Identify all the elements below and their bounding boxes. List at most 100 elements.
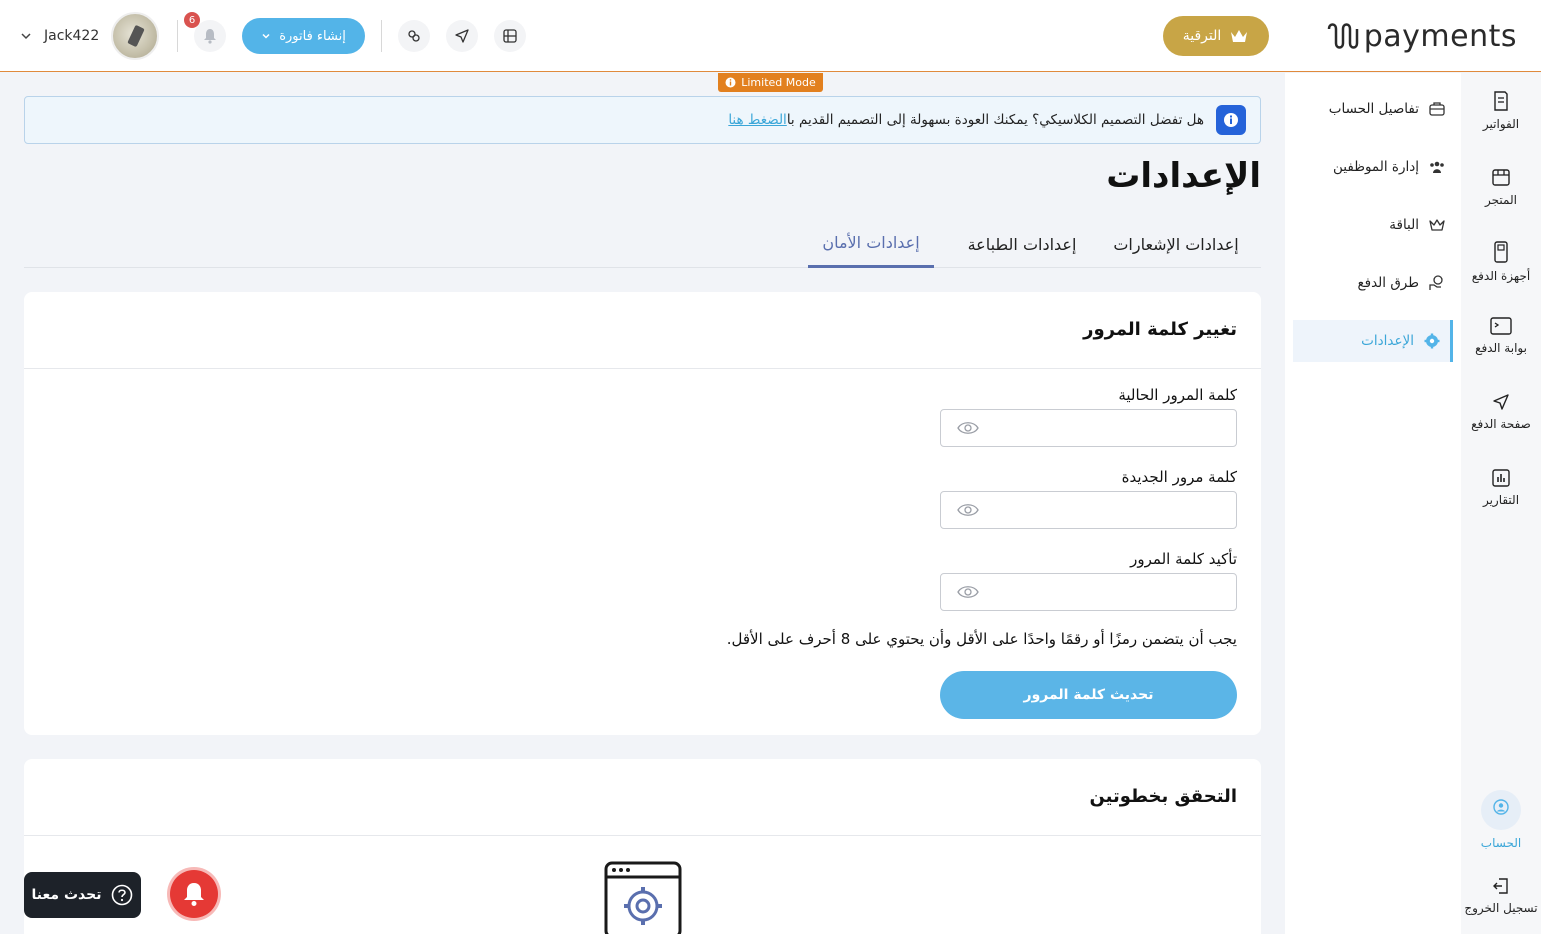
eye-icon[interactable] xyxy=(957,584,979,600)
create-invoice-label: إنشاء فاتورة xyxy=(279,28,346,44)
submenu-item-plan[interactable]: الباقة xyxy=(1389,204,1445,246)
pos-device-icon xyxy=(1494,241,1508,263)
upgrade-button[interactable]: الترقية xyxy=(1163,16,1269,56)
crown-icon xyxy=(1231,30,1248,42)
avatar[interactable] xyxy=(111,12,160,60)
help-circle-icon xyxy=(112,884,133,906)
brand-name: payments xyxy=(1363,18,1517,54)
change-password-card: تغيير كلمة المرور كلمة المرور الحالية كل… xyxy=(24,292,1261,735)
chevron-down-icon xyxy=(21,33,31,40)
confirm-password-field[interactable] xyxy=(940,573,1237,611)
rail-item-pos-devices[interactable]: أجهزة الدفع xyxy=(1461,241,1541,283)
logout-icon xyxy=(1493,878,1508,894)
gateway-icon xyxy=(1490,317,1512,335)
password-requirements-hint: يجب أن يتضمن رمزًا أو رقمًا واحدًا على ا… xyxy=(726,630,1237,648)
update-password-button[interactable]: تحديث كلمة المرور xyxy=(940,671,1237,719)
submenu-label: الباقة xyxy=(1389,217,1419,233)
eye-icon[interactable] xyxy=(957,420,979,436)
link-button[interactable] xyxy=(398,20,430,52)
submenu-label: إدارة الموظفين xyxy=(1333,159,1419,175)
submenu-item-payment-methods[interactable]: طرق الدفع xyxy=(1357,262,1445,304)
submenu-item-staff[interactable]: إدارة الموظفين xyxy=(1333,146,1445,188)
tab-printing[interactable]: إعدادات الطباعة xyxy=(953,220,1091,268)
submenu-item-account-details[interactable]: تفاصيل الحساب xyxy=(1329,88,1445,130)
send-icon xyxy=(455,29,469,43)
card-divider xyxy=(24,368,1261,369)
rail-item-store[interactable]: المتجر xyxy=(1461,167,1541,207)
chat-with-us-button[interactable]: تحدث معنا xyxy=(24,872,141,918)
current-password-label: كلمة المرور الحالية xyxy=(1118,386,1237,404)
bell-icon xyxy=(184,883,204,906)
info-icon xyxy=(725,77,736,88)
chevron-down-icon xyxy=(262,33,270,39)
limited-mode-badge: Limited Mode xyxy=(718,73,823,92)
rail-label: التقارير xyxy=(1482,493,1520,507)
bell-icon xyxy=(204,29,216,44)
link-icon xyxy=(408,30,420,42)
classic-design-link[interactable]: الضغط هنا xyxy=(728,112,787,128)
header-divider-2 xyxy=(177,20,178,52)
username: Jack422 xyxy=(44,28,100,44)
briefcase-icon xyxy=(1429,102,1445,116)
logout-button[interactable]: تسجيل الخروج xyxy=(1461,877,1541,915)
submenu-label: تفاصيل الحساب xyxy=(1328,101,1419,117)
rail-item-reports[interactable]: التقارير xyxy=(1461,469,1541,507)
new-password-label: كلمة مرور الجديدة xyxy=(1121,468,1237,486)
card-title: تغيير كلمة المرور xyxy=(1083,319,1237,340)
brand-logo[interactable]: payments xyxy=(1326,18,1517,54)
logo-mark-icon xyxy=(1327,23,1358,49)
upgrade-label: الترقية xyxy=(1182,28,1222,44)
submenu-item-settings[interactable]: الإعدادات xyxy=(1293,320,1453,362)
tab-notifications[interactable]: إعدادات الإشعارات xyxy=(1091,220,1261,268)
rail-label: المتجر xyxy=(1485,193,1517,207)
rail-label: أجهزة الدفع xyxy=(1471,269,1531,283)
invoice-icon xyxy=(1494,91,1508,111)
store-icon xyxy=(1492,169,1510,186)
account-label: الحساب xyxy=(1480,836,1522,850)
header-divider xyxy=(381,20,382,52)
gear-icon xyxy=(1424,333,1440,349)
rail-label: صفحة الدفع xyxy=(1471,417,1531,431)
eye-icon[interactable] xyxy=(957,502,979,518)
users-icon xyxy=(1430,161,1444,173)
payment-methods-icon xyxy=(1429,275,1443,290)
page-title: الإعدادات xyxy=(1106,156,1261,196)
card-title: التحقق بخطوتين xyxy=(1089,786,1237,807)
user-circle-icon xyxy=(1493,799,1509,815)
banner-text: هل تفضل التصميم الكلاسيكي؟ يمكنك العودة … xyxy=(728,112,1204,128)
push-notification-bell[interactable] xyxy=(170,870,218,918)
rail-item-invoices[interactable]: الفواتير xyxy=(1461,91,1541,131)
rail-item-payment-page[interactable]: صفحة الدفع xyxy=(1461,393,1541,431)
settings-tabs: إعدادات الإشعارات إعدادات الطباعة إعدادا… xyxy=(24,220,1261,268)
new-password-field[interactable] xyxy=(940,491,1237,529)
settings-window-icon xyxy=(604,861,682,934)
info-icon xyxy=(1216,105,1246,135)
notifications-button[interactable]: 6 xyxy=(184,12,226,52)
settings-submenu: تفاصيل الحساب إدارة الموظفين الباقة طرق … xyxy=(1285,73,1461,934)
rail-item-account[interactable]: الحساب xyxy=(1461,790,1541,850)
create-invoice-button[interactable]: إنشاء فاتورة xyxy=(242,18,365,54)
top-header: payments الترقية إنشاء فاتورة 6 Jack422 xyxy=(0,0,1541,72)
apps-button[interactable] xyxy=(494,20,526,52)
current-password-field[interactable] xyxy=(940,409,1237,447)
submenu-label: طرق الدفع xyxy=(1357,275,1419,291)
classic-design-banner: هل تفضل التصميم الكلاسيكي؟ يمكنك العودة … xyxy=(24,96,1261,144)
notification-badge: 6 xyxy=(184,12,200,28)
logout-label: تسجيل الخروج xyxy=(1464,901,1538,915)
rail-label: بوابة الدفع xyxy=(1475,341,1527,355)
submenu-label: الإعدادات xyxy=(1361,333,1414,349)
tab-security[interactable]: إعدادات الأمان xyxy=(808,220,934,268)
reports-icon xyxy=(1492,469,1510,487)
user-menu[interactable]: Jack422 xyxy=(20,12,160,60)
chat-label: تحدث معنا xyxy=(31,887,102,903)
icon-rail: الفواتير المتجر أجهزة الدفع بوابة الدفع … xyxy=(1461,73,1541,934)
grid-icon xyxy=(503,29,517,43)
crown-icon xyxy=(1429,219,1445,231)
rail-item-gateway[interactable]: بوابة الدفع xyxy=(1461,317,1541,355)
confirm-password-label: تأكيد كلمة المرور xyxy=(1130,550,1237,568)
banner-message: هل تفضل التصميم الكلاسيكي؟ يمكنك العودة … xyxy=(786,112,1204,128)
send-button[interactable] xyxy=(446,20,478,52)
limited-mode-label: Limited Mode xyxy=(741,76,816,89)
account-icon-wrap xyxy=(1481,790,1521,830)
card-divider xyxy=(24,835,1261,836)
